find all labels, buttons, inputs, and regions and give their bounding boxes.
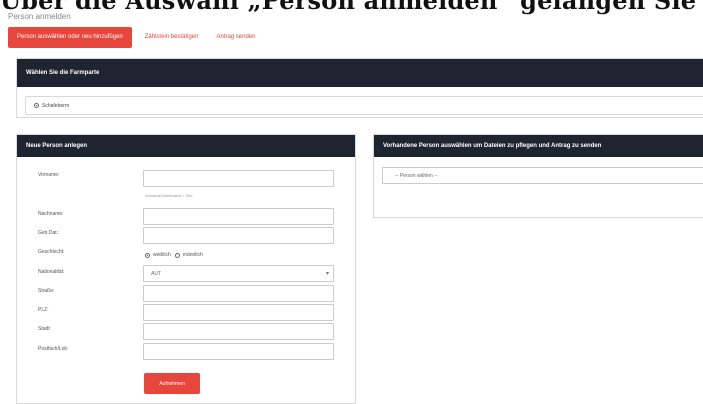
last-name-input[interactable] <box>143 208 334 225</box>
street-input[interactable] <box>143 285 334 302</box>
tab-send-application[interactable]: Antrag senden <box>207 27 264 48</box>
city-label: Stadt: <box>38 326 52 332</box>
gender-female-radio[interactable] <box>145 252 150 258</box>
gender-male-radio[interactable] <box>174 252 180 258</box>
zip-input[interactable] <box>143 304 334 321</box>
tab-select-person[interactable]: Person auswählen oder neu hinzufügen <box>8 27 132 48</box>
radio-selected-icon[interactable] <box>34 103 39 108</box>
chevron-down-icon: ▾ <box>325 271 329 277</box>
new-person-panel: Neue Person anlegen Vorname: Vorname/Zwe… <box>16 134 356 404</box>
wizard-tabs: Person auswählen oder neu hinzufügen Zäh… <box>8 27 264 48</box>
birthdate-input[interactable] <box>143 227 334 244</box>
street-label: Straße: <box>38 288 55 294</box>
city-input[interactable] <box>143 323 334 340</box>
nationality-value: AUT <box>151 270 161 277</box>
existing-person-panel: Vorhandene Person auswählen um Dateien z… <box>373 134 703 218</box>
first-name-hint: Vorname/Zweitname / Titel <box>145 193 193 198</box>
existing-person-select[interactable]: -- Person wählen -- ▾ <box>382 167 703 184</box>
submit-button[interactable]: Aufnehmen <box>144 373 200 394</box>
zip-label: PLZ: <box>38 307 49 313</box>
gender-female-label: weiblich <box>153 252 171 258</box>
farmart-option[interactable]: Schafeberrn <box>25 96 703 115</box>
new-person-panel-title: Neue Person anlegen <box>17 135 355 157</box>
existing-person-placeholder: -- Person wählen -- <box>395 172 438 179</box>
nationality-label: Nationalität: <box>38 269 65 275</box>
gender-label: Geschlecht: <box>38 249 65 255</box>
gender-male-label: männlich <box>182 252 203 258</box>
postbox-label: Postfach/Lok: <box>38 346 69 352</box>
nationality-select[interactable]: AUT ▾ <box>143 265 334 282</box>
first-name-input[interactable] <box>143 170 334 187</box>
gender-radio-group: weiblich männlich <box>143 252 203 258</box>
last-name-label: Nachname: <box>38 211 64 217</box>
tab-confirm[interactable]: Zählstein bestätigen <box>136 27 208 48</box>
document-heading: Über die Auswahl „Person anmelden“ gelan… <box>0 0 703 15</box>
postbox-input[interactable] <box>143 343 334 360</box>
farmart-option-label: Schafeberrn <box>42 102 70 109</box>
farmart-panel: Wählen Sie die Farmparte Schafeberrn <box>16 58 703 118</box>
first-name-label: Vorname: <box>38 172 60 178</box>
farmart-panel-title: Wählen Sie die Farmparte <box>17 59 703 87</box>
existing-person-panel-title: Vorhandene Person auswählen um Dateien z… <box>374 135 703 157</box>
page-subtitle: Person anmelden <box>8 12 71 21</box>
birthdate-label: Geb.Dat.: <box>38 230 60 236</box>
